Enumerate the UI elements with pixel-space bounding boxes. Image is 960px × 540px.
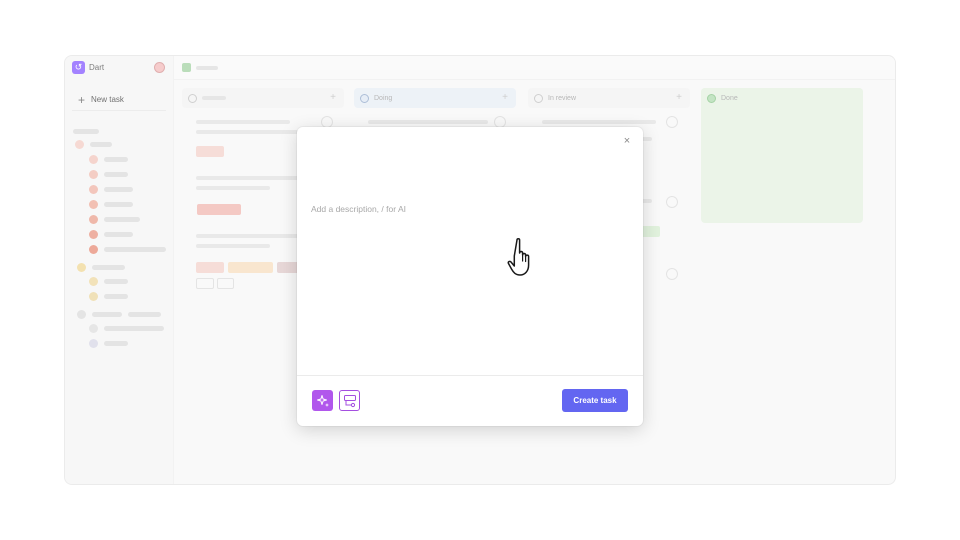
description-input[interactable] xyxy=(311,201,611,217)
create-task-button[interactable]: Create task xyxy=(562,389,628,412)
close-icon[interactable]: × xyxy=(621,135,633,147)
hand-pointer-icon xyxy=(507,238,530,276)
template-button[interactable] xyxy=(339,390,360,411)
ai-sparkle-button[interactable] xyxy=(312,390,333,411)
dialog-footer: Create task xyxy=(297,375,643,426)
sparkle-icon xyxy=(316,394,329,407)
template-icon xyxy=(343,394,356,407)
new-task-dialog: × Create task xyxy=(297,127,643,426)
